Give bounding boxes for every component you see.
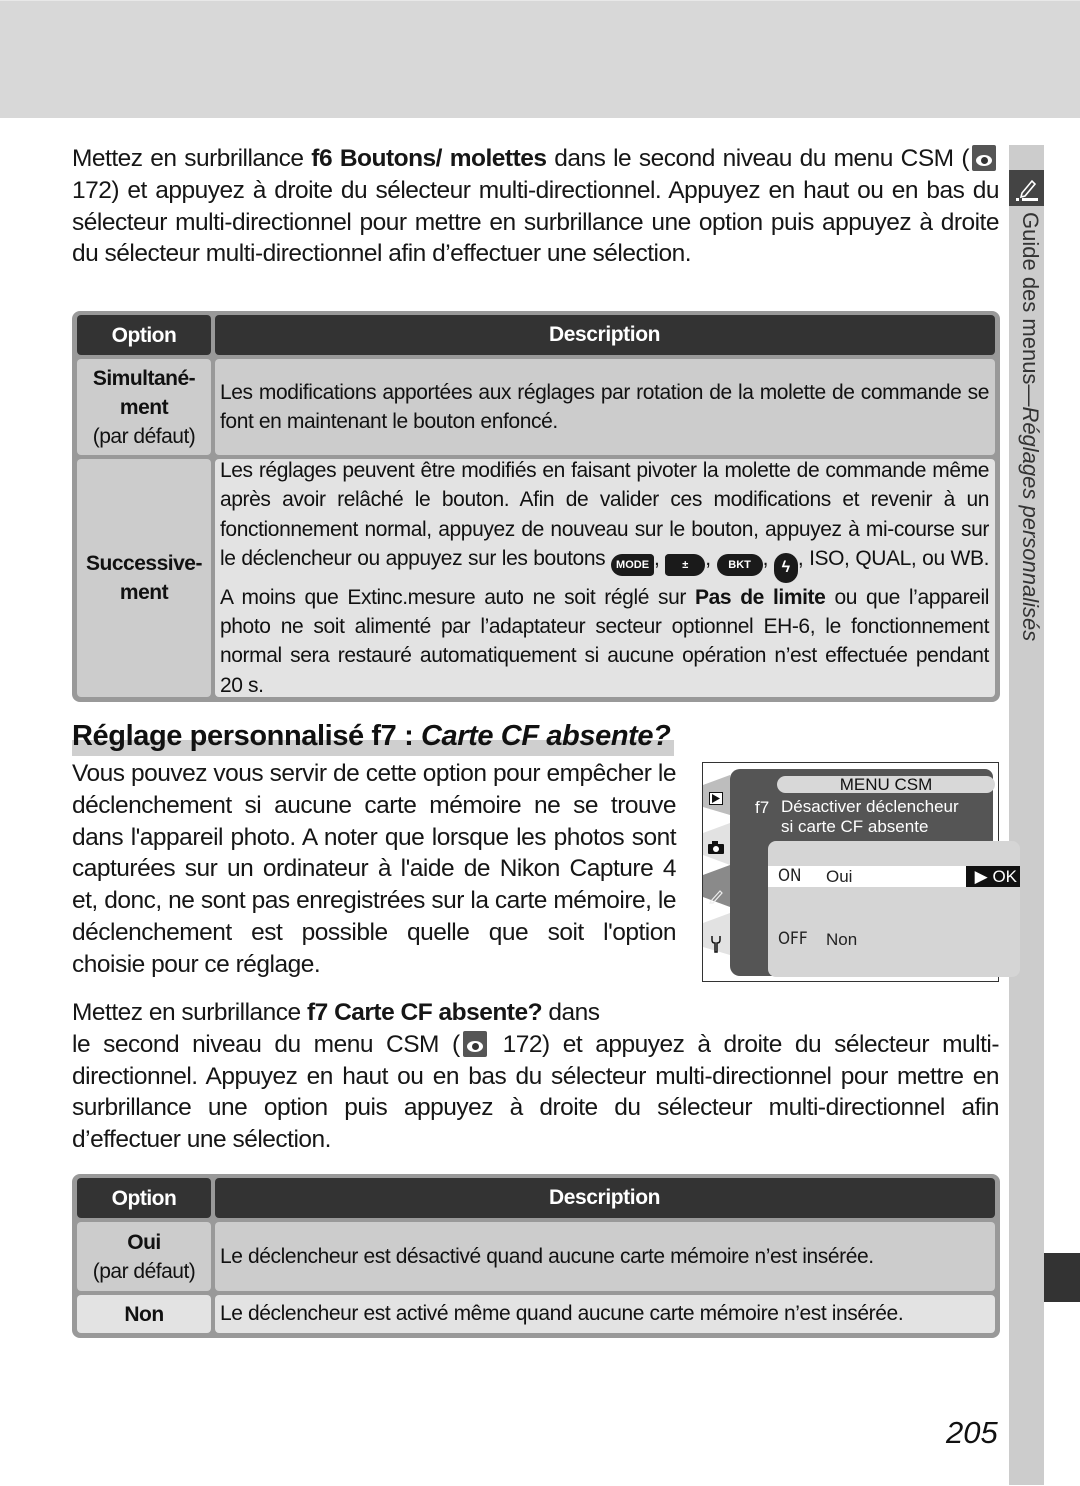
intro-text-1: Mettez en surbrillance (72, 145, 312, 172)
table-header-row: Option Description (77, 1178, 995, 1218)
page-thumb-marker (1044, 1253, 1080, 1302)
camera-menu-screen: MENU CSM f7 Désactiver déclencheur si ca… (702, 762, 1020, 982)
description-cell: Le déclencheur est désactivé quand aucun… (215, 1222, 995, 1291)
heading-italic: Carte CF absente? (421, 720, 671, 752)
item-line-2: si carte CF absente (781, 817, 929, 836)
option-cell: Oui (par défaut) (77, 1222, 211, 1291)
table-row: Non Le déclencheur est activé même quand… (77, 1295, 995, 1333)
table-row: Successive- ment Les réglages peuvent êt… (77, 459, 995, 697)
chapter-label-section: Réglages personnalisés (1018, 406, 1043, 642)
section-body: Vous pouvez vous servir de cette option … (72, 760, 677, 978)
sep: , (654, 546, 666, 570)
instructions-paragraph-f7: Mettez en surbrillance f7 Carte CF absen… (72, 997, 1000, 1156)
intro-text-2: dans le second niveau du menu CSM ( (546, 145, 969, 172)
option-key: ON (778, 866, 802, 886)
flash-button-icon: ϟ (773, 552, 798, 583)
wrench-icon (705, 935, 727, 953)
camera-option-off[interactable]: OFF Non (768, 929, 1020, 950)
exposure-compensation-button-icon: ± (665, 553, 706, 576)
header-option: Option (77, 1178, 211, 1218)
option-name: Successive- (86, 552, 202, 575)
chapter-tab-label: Guide des menus—Réglages personnalisés (1013, 212, 1043, 732)
header-option: Option (77, 315, 211, 355)
bracketing-button-icon: BKT (716, 553, 763, 576)
description-text: Les réglages peuvent être modifiés en fa… (220, 456, 989, 700)
table-row: Simultané- ment (par défaut) Les modific… (77, 359, 995, 455)
para2-text-1: Mettez en surbrillance (72, 999, 307, 1026)
section-heading: Réglage personnalisé f7 : Carte CF absen… (72, 716, 675, 756)
table-header-row: Option Description (77, 315, 995, 355)
ok-confirm-icon[interactable]: ▶ OK (966, 866, 1020, 887)
page-number: 205 (946, 1415, 998, 1450)
camera-menu-item-description: Désactiver déclencheur si carte CF absen… (781, 797, 959, 837)
option-name: Simultané- (92, 366, 196, 390)
intro-bold-menu-item: f6 Boutons/ molettes (311, 145, 547, 172)
mode-button-icon: MODE (611, 553, 655, 576)
option-cell: Simultané- ment (par défaut) (77, 359, 211, 455)
chapter-label-prefix: Guide des menus (1018, 212, 1043, 385)
option-default-note: (par défaut) (92, 424, 196, 448)
sep: , (705, 546, 717, 570)
description-text: Le déclencheur est désactivé quand aucun… (220, 1244, 874, 1268)
playback-icon (705, 789, 727, 807)
option-name: Oui (127, 1230, 161, 1254)
page-reference-icon (972, 145, 996, 171)
para2-text-2: dans (542, 999, 600, 1026)
pencil-icon (705, 887, 727, 905)
intro-text-3: 172) et appuyez à droite du sélecteur mu… (72, 176, 1000, 268)
option-name-cont: ment (119, 395, 169, 419)
options-table-f7: Option Description Oui (par défaut) Le d… (72, 1174, 1000, 1338)
camera-menu-item-code: f7 (755, 798, 770, 817)
desc-bold-setting: Pas de limite (695, 585, 826, 609)
option-default-note: (par défaut) (92, 1259, 196, 1283)
heading-plain: Réglage personnalisé f7 : (72, 720, 421, 752)
option-label: Oui (826, 867, 853, 886)
camera-icon (705, 838, 727, 856)
para2-bold-menu-item: f7 Carte CF absente? (306, 999, 543, 1026)
header-description: Description (215, 315, 995, 355)
intro-paragraph: Mettez en surbrillance f6 Boutons/ molet… (72, 143, 1000, 270)
item-line-1: Désactiver déclencheur (781, 797, 959, 816)
options-table-f6: Option Description Simultané- ment (par … (72, 311, 1000, 702)
option-name: Non (124, 1302, 164, 1326)
option-cell: Non (77, 1295, 211, 1333)
header-description: Description (215, 1178, 995, 1218)
camera-menu-options-panel: ON Oui ▶ OK OFF Non (768, 841, 1020, 977)
chapter-tab-icon-box (1009, 170, 1044, 206)
para2-text-3: le second niveau du menu CSM ( (72, 1030, 460, 1058)
description-cell: Le déclencheur est activé même quand auc… (215, 1295, 995, 1333)
description-text: Le déclencheur est activé même quand auc… (220, 1302, 904, 1326)
option-key: OFF (778, 929, 808, 949)
description-cell: Les modifications apportées aux réglages… (215, 359, 995, 455)
table-row: Oui (par défaut) Le déclencheur est désa… (77, 1222, 995, 1291)
page-header-band (0, 0, 1080, 118)
page-reference-icon (462, 1030, 487, 1057)
option-name-cont: ment (119, 581, 169, 604)
pencil-icon (1015, 179, 1038, 201)
option-label: Non (826, 930, 858, 949)
description-text: Les modifications apportées aux réglages… (220, 380, 989, 433)
description-cell: Les réglages peuvent être modifiés en fa… (215, 459, 995, 697)
chapter-label-dash: — (1018, 384, 1043, 407)
camera-menu-body: MENU CSM f7 Désactiver déclencheur si ca… (730, 769, 1020, 977)
option-cell: Successive- ment (77, 459, 211, 697)
camera-menu-title: MENU CSM (777, 776, 995, 793)
camera-option-on[interactable]: ON Oui ▶ OK (768, 866, 1020, 887)
sep: , (762, 546, 774, 570)
